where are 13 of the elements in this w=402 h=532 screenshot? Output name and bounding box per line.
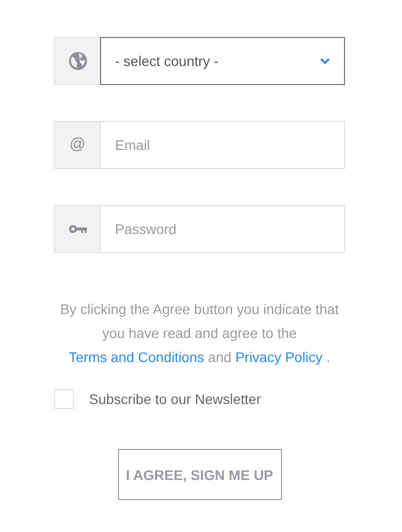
password-field[interactable]: Password (100, 205, 345, 253)
country-select[interactable]: - select country - (100, 37, 345, 85)
email-field[interactable]: Email (100, 121, 345, 169)
privacy-link[interactable]: Privacy Policy (235, 349, 322, 365)
chevron-down-icon (320, 58, 330, 64)
at-icon: @ (69, 136, 86, 154)
newsletter-checkbox[interactable] (54, 389, 74, 409)
key-icon (68, 224, 86, 234)
submit-button[interactable]: I AGREE, SIGN ME UP (118, 449, 282, 500)
globe-icon (68, 51, 88, 71)
terms-link[interactable]: Terms and Conditions (68, 349, 204, 365)
newsletter-label: Subscribe to our Newsletter (89, 391, 261, 407)
consent-text: By clicking the Agree button you indicate that you have read and agree to the Terms and Conditions and Privacy Policy . (59, 300, 340, 367)
